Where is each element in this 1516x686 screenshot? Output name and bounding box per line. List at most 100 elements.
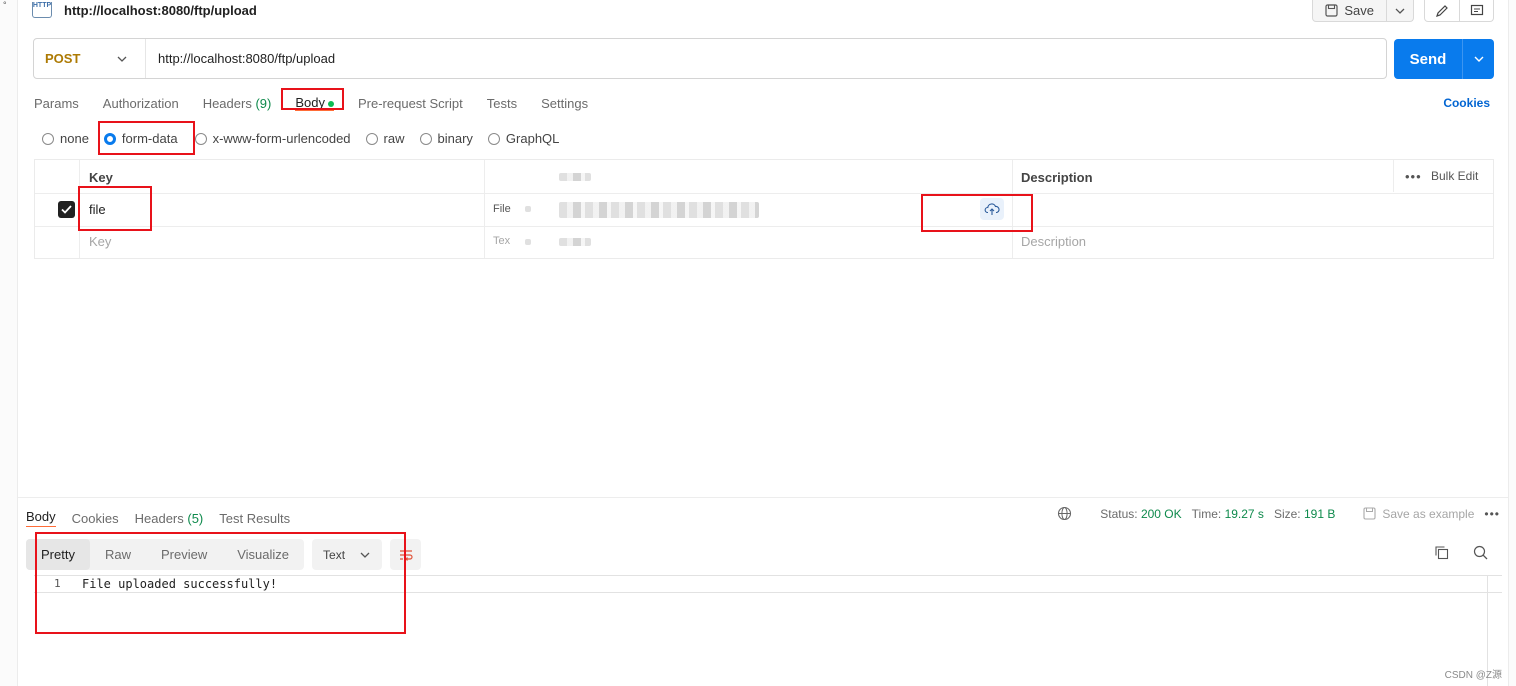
blurred-file-value [559,202,759,218]
annotation-box-body-tab [281,88,344,110]
cookies-link[interactable]: Cookies [1443,96,1490,110]
http-icon: HTTP [32,2,52,18]
radio-icon [487,132,500,145]
sidebar-dot-icon: ° [3,0,7,10]
mode-none[interactable]: none [42,131,89,146]
blurred-value [525,206,531,212]
annotation-box-form-data [98,121,195,155]
size-value: 191 B [1303,506,1336,521]
blurred-column-header [559,173,591,181]
radio-icon [42,132,54,145]
send-options-button[interactable] [1462,39,1494,79]
tab-response-cookies[interactable]: Cookies [72,511,119,526]
chevron-down-icon [1395,8,1405,14]
tab-response-headers-label: Headers [134,510,184,526]
headers-count: (9) [255,95,272,111]
size-label: Size: [1273,506,1301,521]
request-title[interactable]: http://localhost:8080/ftp/upload [64,3,257,18]
tab-headers[interactable]: Headers (9) [203,96,272,111]
send-button[interactable]: Send [1394,51,1462,68]
postman-window: ° HTTP http://localhost:8080/ftp/upload … [0,0,1516,686]
new-key-input[interactable]: Key [89,234,111,249]
time-value: 19.27 s [1224,506,1264,521]
column-header-key: Key [89,170,113,185]
table-divider [35,226,1493,227]
row-checkbox[interactable] [58,201,75,218]
save-example-label: Save as example [1382,506,1475,521]
mode-raw-label: raw [383,131,405,146]
docs-button[interactable] [1459,0,1493,21]
time-readout[interactable]: Time: 19.27 s [1192,507,1264,521]
mode-binary-label: binary [437,131,473,146]
response-more-icon[interactable]: ••• [1484,507,1500,521]
more-options-icon[interactable]: ••• [1405,169,1422,184]
url-bar: POST http://localhost:8080/ftp/upload [33,38,1387,79]
blurred-value [559,238,591,246]
size-readout[interactable]: Size: 191 B [1274,507,1335,521]
right-sidebar-strip [1508,0,1516,686]
new-type-select[interactable]: Tex [493,235,510,247]
response-tools [1434,545,1488,560]
url-input[interactable]: http://localhost:8080/ftp/upload [146,51,335,66]
mode-graphql[interactable]: GraphQL [487,131,560,146]
response-divider [18,497,1508,498]
tab-test-results[interactable]: Test Results [219,511,290,526]
mode-binary[interactable]: binary [419,131,473,146]
radio-icon [194,132,207,145]
header-actions: Save [1312,0,1494,22]
copy-icon[interactable] [1434,545,1449,560]
method-label: POST [45,51,81,66]
table-divider [484,160,485,258]
globe-icon[interactable] [1057,506,1072,521]
method-select[interactable]: POST [34,39,146,78]
request-header: HTTP http://localhost:8080/ftp/upload [32,0,257,20]
checkmark-icon [61,205,72,214]
left-sidebar-strip: ° [0,0,18,686]
annotation-box-upload [921,194,1033,232]
tab-headers-label: Headers [202,95,252,111]
table-divider [1393,160,1394,192]
response-meta: Status: 200 OK Time: 19.27 s Size: 191 B… [1057,506,1500,521]
status-label: Status: [1100,506,1138,521]
status-readout[interactable]: Status: 200 OK [1100,507,1181,521]
mode-urlencoded[interactable]: x-www-form-urlencoded [194,131,351,146]
tab-params[interactable]: Params [34,96,79,111]
search-icon[interactable] [1473,545,1488,560]
bulk-edit-button[interactable]: Bulk Edit [1431,169,1478,183]
save-icon [1363,507,1376,520]
send-button-group: Send [1394,39,1494,79]
tab-settings[interactable]: Settings [541,96,588,111]
mode-graphql-label: GraphQL [505,131,560,146]
annotation-box-key [78,186,152,231]
tab-tests[interactable]: Tests [487,96,517,111]
edit-button[interactable] [1425,0,1459,21]
save-example-button[interactable]: Save as example [1363,507,1474,521]
tab-pre-request-script[interactable]: Pre-request Script [358,96,463,111]
save-button[interactable]: Save [1313,0,1386,21]
blurred-value [525,239,531,245]
radio-icon [419,132,432,145]
time-label: Time: [1191,506,1222,521]
side-icons-group [1424,0,1494,22]
mode-urlencoded-label: x-www-form-urlencoded [212,131,351,146]
row-type-select[interactable]: File [493,203,511,215]
tab-response-body[interactable]: Body [26,509,56,527]
watermark: CSDN @Z源 [1444,670,1502,681]
status-value: 200 OK [1140,506,1182,521]
mode-raw[interactable]: raw [365,131,405,146]
tab-response-headers[interactable]: Headers (5) [135,511,204,526]
comment-icon [1470,4,1483,15]
pencil-icon [1436,4,1448,17]
new-description-input[interactable]: Description [1021,234,1086,249]
annotation-box-response [35,532,406,634]
table-divider [35,193,1493,194]
tab-authorization[interactable]: Authorization [103,96,179,111]
response-tabs: Body Cookies Headers (5) Test Results [26,507,290,529]
save-options-button[interactable] [1386,0,1413,21]
save-label: Save [1344,3,1374,18]
chevron-down-icon [117,56,127,62]
response-headers-count: (5) [187,510,204,526]
save-button-group: Save [1312,0,1414,22]
form-data-table: Key Description ••• Bulk Edit file File … [34,159,1494,259]
radio-icon [365,132,378,145]
